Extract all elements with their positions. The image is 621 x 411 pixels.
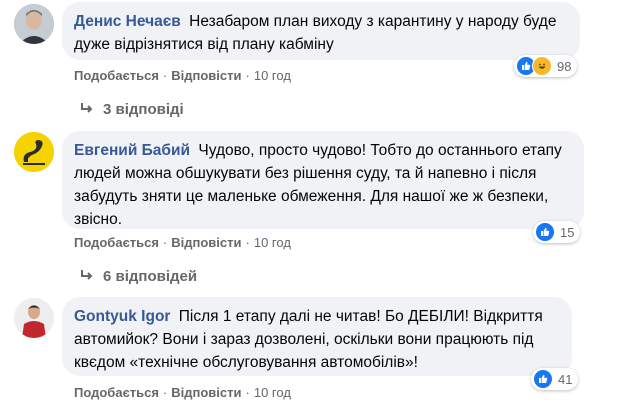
like-icon xyxy=(535,222,555,242)
separator: · xyxy=(245,68,250,83)
reply-link[interactable]: Відповісти xyxy=(171,385,241,400)
avatar[interactable] xyxy=(14,132,54,172)
author-name[interactable]: Евгений Бабий xyxy=(74,142,190,159)
like-link[interactable]: Подобається xyxy=(74,68,159,83)
reaction-summary[interactable]: 98 xyxy=(514,55,578,77)
replies-count: 6 відповідей xyxy=(103,268,198,285)
comment-actions: Подобається · Відповісти · 10 год xyxy=(74,385,291,400)
reaction-count: 98 xyxy=(557,58,572,74)
reaction-summary[interactable]: 15 xyxy=(533,221,581,243)
timestamp[interactable]: 10 год xyxy=(254,235,291,250)
haha-icon xyxy=(532,56,552,76)
timestamp[interactable]: 10 год xyxy=(254,385,291,400)
separator: · xyxy=(245,385,250,400)
reaction-count: 41 xyxy=(558,371,573,387)
reaction-count: 15 xyxy=(560,224,575,240)
replies-count: 3 відповіді xyxy=(103,101,184,118)
like-link[interactable]: Подобається xyxy=(74,385,159,400)
like-icon xyxy=(533,369,553,389)
reply-link[interactable]: Відповісти xyxy=(171,68,241,83)
reply-arrow-icon xyxy=(80,268,93,285)
comment-bubble: Gontyuk Igor Після 1 етапу далі не читав… xyxy=(62,297,572,376)
reply-arrow-icon xyxy=(80,101,93,118)
avatar[interactable] xyxy=(14,298,54,338)
view-replies-link[interactable]: 3 відповіді xyxy=(80,101,184,118)
comment-bubble: Денис Нечаєв Незабаром план виходу з кар… xyxy=(62,2,580,60)
comment-actions: Подобається · Відповісти · 10 год xyxy=(74,68,291,83)
author-name[interactable]: Gontyuk Igor xyxy=(74,308,170,325)
author-name[interactable]: Денис Нечаєв xyxy=(74,13,181,30)
separator: · xyxy=(162,68,168,83)
reply-link[interactable]: Відповісти xyxy=(171,235,241,250)
separator: · xyxy=(162,385,168,400)
like-link[interactable]: Подобається xyxy=(74,235,159,250)
view-replies-link[interactable]: 6 відповідей xyxy=(80,268,197,285)
comment-bubble: Евгений Бабий Чудово, просто чудово! Тоб… xyxy=(62,131,584,229)
timestamp[interactable]: 10 год xyxy=(254,68,291,83)
separator: · xyxy=(245,235,250,250)
avatar[interactable] xyxy=(14,4,54,44)
reaction-summary[interactable]: 41 xyxy=(531,368,579,390)
separator: · xyxy=(162,235,168,250)
comment-actions: Подобається · Відповісти · 10 год xyxy=(74,235,291,250)
